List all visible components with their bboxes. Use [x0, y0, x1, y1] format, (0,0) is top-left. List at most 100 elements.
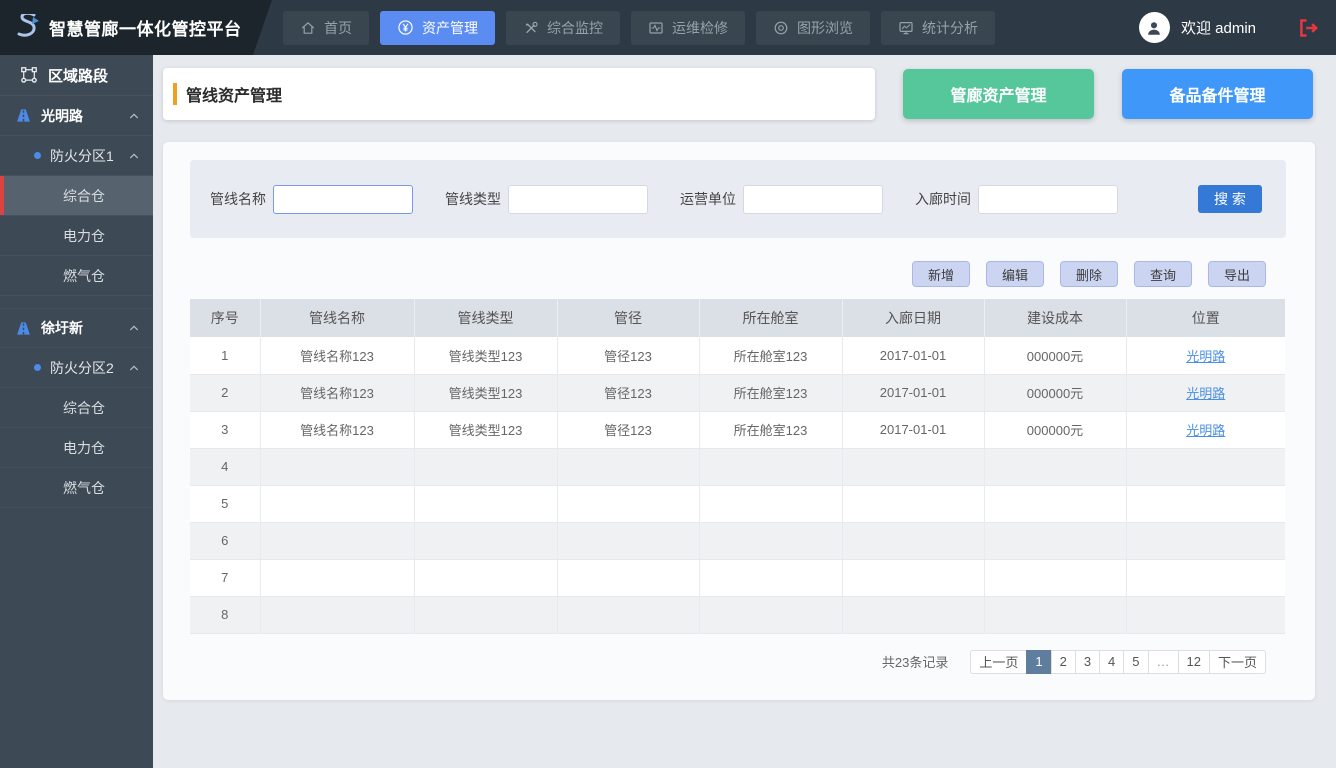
- table-cell: 管线名称123: [260, 337, 414, 374]
- nav-item-statistics[interactable]: 统计分析: [881, 11, 995, 45]
- table-cell: 所在舱室123: [699, 374, 842, 411]
- table-row: 4: [190, 448, 1285, 485]
- nav-item-assets[interactable]: 资产管理: [380, 11, 495, 45]
- sidebar-item-label: 防火分区1: [50, 146, 114, 166]
- table-cell: [699, 522, 842, 559]
- pipeline-type-input[interactable]: [508, 185, 648, 214]
- nav-item-home[interactable]: 首页: [283, 11, 369, 45]
- search-button[interactable]: 搜 索: [1198, 185, 1262, 213]
- page-title-card: 管线资产管理: [163, 68, 875, 120]
- main-area: 管线资产管理 管廊资产管理 备品备件管理 管线名称管线类型运营单位入廊时间搜 索…: [153, 55, 1336, 768]
- sidebar-item-dianli-cang-2[interactable]: 电力仓: [0, 428, 153, 468]
- table-cell: 管线类型123: [414, 337, 557, 374]
- road-icon: [15, 108, 32, 123]
- logout-icon[interactable]: [1296, 16, 1320, 40]
- table-cell: [260, 522, 414, 559]
- sidebar-item-label: 燃气仓: [63, 266, 105, 286]
- entry-time-input[interactable]: [978, 185, 1118, 214]
- table-cell: 管径123: [557, 374, 699, 411]
- table-cell: [1126, 596, 1285, 633]
- network-icon: [20, 66, 38, 84]
- column-header: 建设成本: [984, 299, 1126, 337]
- edit-button[interactable]: 编辑: [986, 261, 1044, 287]
- sidebar-item-fire-zone-2[interactable]: 防火分区2: [0, 348, 153, 388]
- table-cell: [842, 448, 984, 485]
- table-row: 3管线名称123管线类型123管径123所在舱室1232017-01-01000…: [190, 411, 1285, 448]
- pulse-icon: [648, 20, 664, 36]
- operator-unit-input[interactable]: [743, 185, 883, 214]
- export-button[interactable]: 导出: [1208, 261, 1266, 287]
- table-cell: 管线类型123: [414, 374, 557, 411]
- table-body: 1管线名称123管线类型123管径123所在舱室1232017-01-01000…: [190, 337, 1285, 633]
- spare-parts-button[interactable]: 备品备件管理: [1122, 69, 1313, 119]
- table-cell: 管径123: [557, 337, 699, 374]
- search-field-label: 入廊时间: [915, 189, 971, 209]
- search-bar: 管线名称管线类型运营单位入廊时间搜 索: [190, 160, 1286, 238]
- sidebar-item-zonghe-cang-2[interactable]: 综合仓: [0, 388, 153, 428]
- pagination: 上一页12345…12下一页: [970, 650, 1266, 674]
- nav-item-graphics[interactable]: 图形浏览: [756, 11, 870, 45]
- nav-item-monitoring[interactable]: 综合监控: [506, 11, 620, 45]
- table-cell: [557, 559, 699, 596]
- column-header: 位置: [1126, 299, 1285, 337]
- sidebar: 区域路段 光明路防火分区1综合仓电力仓燃气仓徐圩新防火分区2综合仓电力仓燃气仓: [0, 55, 153, 768]
- sidebar-item-xuweixin[interactable]: 徐圩新: [0, 308, 153, 348]
- table-cell: [699, 559, 842, 596]
- target-icon: [773, 20, 789, 36]
- sidebar-item-zonghe-cang-1[interactable]: 综合仓: [0, 176, 153, 216]
- table-cell: 所在舱室123: [699, 337, 842, 374]
- content-card: 管线名称管线类型运营单位入廊时间搜 索 新增编辑删除查询导出 序号管线名称管线类…: [163, 142, 1315, 700]
- query-button[interactable]: 查询: [1134, 261, 1192, 287]
- home-icon: [300, 20, 316, 36]
- search-field-label: 管线类型: [445, 189, 501, 209]
- sidebar-item-ranqi-cang-2[interactable]: 燃气仓: [0, 468, 153, 508]
- search-field-label: 运营单位: [680, 189, 736, 209]
- column-header: 入廊日期: [842, 299, 984, 337]
- sidebar-item-label: 燃气仓: [63, 478, 105, 498]
- sidebar-header: 区域路段: [0, 55, 153, 96]
- sidebar-item-ranqi-cang-1[interactable]: 燃气仓: [0, 256, 153, 296]
- delete-button[interactable]: 删除: [1060, 261, 1118, 287]
- user-area: 欢迎 admin: [1139, 12, 1336, 43]
- zone-dot-icon: [34, 364, 41, 371]
- sidebar-item-guangminglu[interactable]: 光明路: [0, 96, 153, 136]
- page-button-上一页[interactable]: 上一页: [970, 650, 1027, 674]
- location-link[interactable]: 光明路: [1186, 386, 1225, 401]
- gallery-assets-button[interactable]: 管廊资产管理: [903, 69, 1094, 119]
- sidebar-item-dianli-cang-1[interactable]: 电力仓: [0, 216, 153, 256]
- tools-icon: [523, 20, 539, 36]
- location-link[interactable]: 光明路: [1186, 349, 1225, 364]
- page-button-12[interactable]: 12: [1178, 650, 1210, 674]
- page-button-4[interactable]: 4: [1099, 650, 1124, 674]
- nav-item-maintenance[interactable]: 运维检修: [631, 11, 745, 45]
- table-cell: 光明路: [1126, 374, 1285, 411]
- title-row: 管线资产管理 管廊资产管理 备品备件管理: [163, 68, 1313, 120]
- location-link[interactable]: 光明路: [1186, 423, 1225, 438]
- table-cell: [414, 522, 557, 559]
- page-title: 管线资产管理: [186, 82, 282, 106]
- yen-circle-icon: [397, 19, 414, 36]
- table-cell: [260, 596, 414, 633]
- table-row: 5: [190, 485, 1285, 522]
- column-header: 管径: [557, 299, 699, 337]
- table-cell: 000000元: [984, 337, 1126, 374]
- add-button[interactable]: 新增: [912, 261, 970, 287]
- page-button-1[interactable]: 1: [1026, 650, 1051, 674]
- table-cell: [984, 485, 1126, 522]
- table-cell: [984, 559, 1126, 596]
- table-cell: 2017-01-01: [842, 374, 984, 411]
- sidebar-item-label: 防火分区2: [50, 358, 114, 378]
- sidebar-item-label: 综合仓: [63, 398, 105, 418]
- table-cell: 7: [190, 559, 260, 596]
- user-avatar[interactable]: [1139, 12, 1170, 43]
- table-header: 序号管线名称管线类型管径所在舱室入廊日期建设成本位置: [190, 299, 1285, 337]
- page-button-下一页[interactable]: 下一页: [1209, 650, 1266, 674]
- table-cell: 2: [190, 374, 260, 411]
- sidebar-item-fire-zone-1[interactable]: 防火分区1: [0, 136, 153, 176]
- page-button-3[interactable]: 3: [1075, 650, 1100, 674]
- page-button-5[interactable]: 5: [1123, 650, 1148, 674]
- pipeline-name-input[interactable]: [273, 185, 413, 214]
- page-button-2[interactable]: 2: [1051, 650, 1076, 674]
- table-row: 8: [190, 596, 1285, 633]
- app-title: 智慧管廊一体化管控平台: [49, 15, 242, 40]
